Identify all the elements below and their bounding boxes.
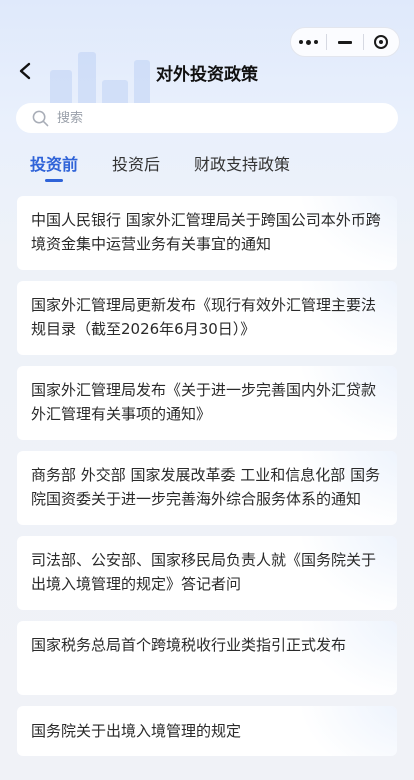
more-button[interactable] <box>291 28 326 56</box>
list-item[interactable]: 商务部 外交部 国家发展改革委 工业和信息化部 国务院国资委关于进一步完善海外综… <box>17 451 397 525</box>
category-tabs: 投资前 投资后 财政支持政策 <box>30 152 324 188</box>
tab-fiscal-support[interactable]: 财政支持政策 <box>194 152 290 182</box>
minimize-button[interactable] <box>327 28 362 56</box>
page-title: 对外投资政策 <box>156 65 258 85</box>
list-item[interactable]: 司法部、公安部、国家移民局负责人就《国务院关于出境入境管理的规定》答记者问 <box>17 536 397 610</box>
list-item[interactable]: 国务院关于出境入境管理的规定 <box>17 706 397 756</box>
search-icon <box>32 110 49 126</box>
tab-post-investment[interactable]: 投资后 <box>112 152 160 182</box>
list-item-title: 商务部 外交部 国家发展改革委 工业和信息化部 国务院国资委关于进一步完善海外综… <box>31 466 381 508</box>
navigation-bar: 对外投资政策 <box>0 56 414 86</box>
list-item-title: 司法部、公安部、国家移民局负责人就《国务院关于出境入境管理的规定》答记者问 <box>31 551 377 593</box>
list-item[interactable]: 中国人民银行 国家外汇管理局关于跨国公司本外币跨境资金集中运营业务有关事宜的通知 <box>17 196 397 270</box>
list-item[interactable]: 国家外汇管理局发布《关于进一步完善国内外汇贷款外汇管理有关事项的通知》 <box>17 366 397 440</box>
list-item-title: 中国人民银行 国家外汇管理局关于跨国公司本外币跨境资金集中运营业务有关事宜的通知 <box>31 211 381 253</box>
target-close-icon <box>374 35 389 49</box>
list-item-title: 国家税务总局首个跨境税收行业类指引正式发布 <box>31 636 347 654</box>
list-item-title: 国家外汇管理局发布《关于进一步完善国内外汇贷款外汇管理有关事项的通知》 <box>31 381 377 423</box>
tab-pre-investment[interactable]: 投资前 <box>30 152 78 182</box>
minimize-icon <box>337 40 352 44</box>
search-input[interactable] <box>55 109 359 127</box>
list-item-title: 国务院关于出境入境管理的规定 <box>31 722 242 740</box>
close-button[interactable] <box>364 28 399 56</box>
search-bar[interactable] <box>16 103 398 133</box>
more-dots-icon <box>299 39 319 45</box>
policy-list: 中国人民银行 国家外汇管理局关于跨国公司本外币跨境资金集中运营业务有关事宜的通知… <box>17 196 397 767</box>
list-item[interactable]: 国家税务总局首个跨境税收行业类指引正式发布 <box>17 621 397 695</box>
list-item-title: 国家外汇管理局更新发布《现行有效外汇管理主要法规目录（截至2026年6月30日）… <box>31 296 377 338</box>
list-item[interactable]: 国家外汇管理局更新发布《现行有效外汇管理主要法规目录（截至2026年6月30日）… <box>17 281 397 355</box>
mini-program-capsule <box>290 27 400 57</box>
